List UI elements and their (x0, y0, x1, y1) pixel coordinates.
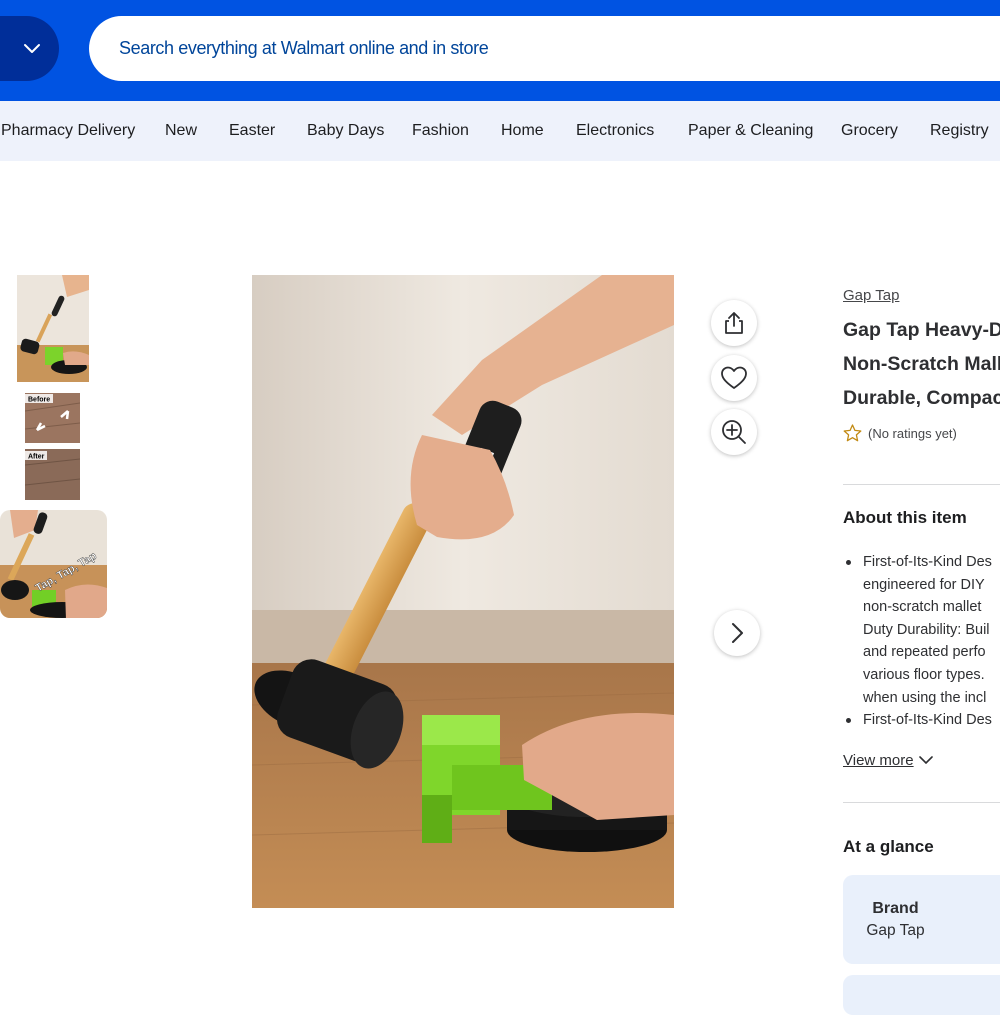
rating-summary[interactable]: (No ratings yet) (843, 424, 957, 442)
nav-item-registry[interactable]: Registry (930, 101, 989, 161)
main-product-image[interactable] (252, 275, 674, 908)
glance-card-key: Brand (872, 900, 919, 917)
zoom-button[interactable] (711, 409, 757, 455)
chevron-down-icon (24, 43, 40, 53)
site-header (0, 0, 1000, 101)
product-title-line: Durable, Compac (843, 387, 1000, 409)
product-title-line: Non-Scratch Mall (843, 353, 1000, 375)
product-photo-mallet-on-floor (252, 275, 674, 908)
nav-item-home[interactable]: Home (501, 101, 544, 161)
category-nav: Pharmacy Delivery New Easter Baby Days F… (0, 101, 1000, 161)
after-label: After (28, 454, 45, 461)
brand-link[interactable]: Gap Tap (843, 287, 899, 304)
heart-icon (721, 366, 747, 389)
product-photo-before-after: Before After (25, 393, 80, 500)
star-icon (843, 424, 862, 442)
bullet-dot (846, 718, 851, 724)
nav-item-electronics[interactable]: Electronics (576, 101, 654, 161)
favorite-button[interactable] (711, 355, 757, 401)
product-title: Gap Tap Heavy-D Non-Scratch Mall Durable… (843, 313, 1000, 415)
section-divider (843, 484, 1000, 485)
bullet-item: First-of-Its-Kind Des engineered for DIY… (843, 551, 1000, 709)
nav-item-paper-cleaning[interactable]: Paper & Cleaning (688, 101, 813, 161)
bullet-line: when using the incl (863, 689, 987, 706)
rating-text: (No ratings yet) (868, 425, 957, 441)
search-bar[interactable] (89, 16, 1000, 81)
bullet-dot (846, 560, 851, 565)
bullet-line: and repeated perfo (863, 644, 986, 661)
nav-item-fashion[interactable]: Fashion (412, 101, 469, 161)
departments-dropdown-button[interactable] (0, 16, 59, 81)
product-photo-tap-tap-tap: Tap, Tap, Tap (0, 510, 107, 618)
bullet-line: various floor types. (863, 666, 985, 683)
zoom-in-icon (722, 420, 746, 444)
about-heading: About this item (843, 508, 967, 527)
view-more-label: View more (843, 752, 914, 769)
nav-item-baby-days[interactable]: Baby Days (307, 101, 384, 161)
bullet-line: Duty Durability: Buil (863, 621, 990, 638)
bullet-line: First-of-Its-Kind Des (863, 712, 992, 729)
nav-item-easter[interactable]: Easter (229, 101, 275, 161)
view-more-link[interactable]: View more (843, 752, 934, 769)
thumbnail-3-selected[interactable]: Tap, Tap, Tap (0, 510, 107, 618)
before-label: Before (28, 397, 50, 404)
nav-item-grocery[interactable]: Grocery (841, 101, 898, 161)
at-a-glance-heading: At a glance (843, 837, 934, 856)
thumbnail-1[interactable] (17, 275, 89, 382)
product-photo-hammer (17, 275, 89, 382)
share-button[interactable] (711, 300, 757, 346)
glance-card (843, 975, 1000, 1015)
product-title-line: Gap Tap Heavy-D (843, 319, 1000, 341)
glance-card-value: Gap Tap (866, 922, 925, 939)
next-image-button[interactable] (714, 610, 760, 656)
thumbnail-2[interactable]: Before After (25, 393, 80, 500)
nav-item-new[interactable]: New (165, 101, 197, 161)
search-input[interactable] (119, 38, 939, 59)
about-bullets: First-of-Its-Kind Des engineered for DIY… (843, 551, 1000, 732)
nav-item-pharmacy-delivery[interactable]: Pharmacy Delivery (1, 101, 135, 161)
glance-card-brand: Brand Gap Tap (843, 875, 1000, 964)
bullet-line: non-scratch mallet (863, 599, 982, 616)
chevron-right-icon (732, 623, 743, 643)
bullet-line: engineered for DIY (863, 576, 985, 593)
bullet-item: First-of-Its-Kind Des (843, 709, 1000, 732)
section-divider (843, 802, 1000, 803)
bullet-line: First-of-Its-Kind Des (863, 554, 992, 570)
chevron-down-icon (918, 756, 933, 764)
share-icon (725, 312, 743, 334)
